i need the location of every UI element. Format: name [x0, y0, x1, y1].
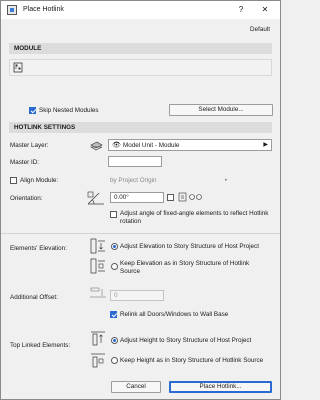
- align-module-value[interactable]: by Project Origin: [110, 177, 157, 184]
- layer-icon: [89, 141, 103, 151]
- orientation-lock-checkbox[interactable]: [167, 194, 174, 201]
- separator: [1, 233, 280, 234]
- adjust-angle-checkbox[interactable]: [110, 211, 117, 218]
- adjust-angle-label: Adjust angle of fixed-angle elements to …: [120, 210, 269, 225]
- elevation-adjust-radio[interactable]: [111, 243, 118, 250]
- offset-label: Additional Offset:: [10, 294, 58, 301]
- relink-label: Relink all Doors/Windows to Wall Base: [120, 311, 229, 318]
- app-icon: [7, 5, 17, 15]
- orientation-input[interactable]: 0.00°: [110, 192, 164, 203]
- select-module-button[interactable]: Select Module...: [169, 104, 273, 116]
- cancel-button[interactable]: Cancel: [111, 381, 161, 393]
- elevation-label: Elements' Elevation:: [10, 245, 67, 252]
- top-linked-adjust-icon: [91, 331, 105, 346]
- relink-checkbox[interactable]: [110, 311, 117, 318]
- module-preview: [9, 59, 272, 76]
- hotlink-section-header: HOTLINK SETTINGS: [9, 122, 272, 133]
- top-linked-adjust-radio[interactable]: [111, 337, 118, 344]
- place-hotlink-button[interactable]: Place Hotlink...: [169, 381, 272, 393]
- align-module-checkbox[interactable]: [10, 177, 17, 184]
- top-linked-adjust-label: Adjust Height to Story Structure of Host…: [120, 337, 252, 344]
- offset-icon: [90, 287, 106, 298]
- title-bar: Place Hotlink ? ✕: [1, 1, 280, 19]
- top-linked-keep-icon: [91, 353, 105, 368]
- help-button[interactable]: ?: [235, 4, 247, 16]
- close-button[interactable]: ✕: [259, 4, 271, 16]
- elevation-adjust-label: Adjust Elevation to Story Structure of H…: [120, 243, 259, 250]
- top-linked-keep-label: Keep Height as in Story Structure of Hot…: [120, 357, 264, 364]
- angle-icon: [87, 191, 104, 205]
- master-id-label: Master ID:: [10, 159, 40, 166]
- module-section-header: MODULE: [9, 43, 272, 54]
- elevation-adjust-icon: [90, 238, 105, 254]
- master-id-input[interactable]: [108, 156, 162, 167]
- dropdown-arrow-icon: ▶: [263, 142, 268, 148]
- master-layer-select[interactable]: 👁 Model Unit - Module ▶: [108, 139, 272, 151]
- module-icon: [13, 62, 23, 73]
- dialog-title: Place Hotlink: [23, 6, 64, 13]
- skip-nested-label: Skip Nested Modules: [39, 107, 99, 114]
- elevation-keep-icon: [90, 258, 105, 274]
- eye-icon: 👁: [112, 142, 121, 149]
- skip-nested-checkbox[interactable]: [29, 107, 36, 114]
- align-module-label: Align Module:: [20, 177, 59, 184]
- rotation-icons[interactable]: [178, 191, 204, 203]
- offset-input[interactable]: 0: [110, 290, 164, 301]
- default-label: Default: [250, 26, 270, 33]
- top-linked-label: Top Linked Elements:: [10, 342, 71, 349]
- place-hotlink-dialog: Place Hotlink ? ✕ Default MODULE Skip Ne…: [0, 0, 281, 400]
- master-layer-value: Model Unit - Module: [123, 142, 180, 149]
- master-layer-label: Master Layer:: [10, 142, 49, 149]
- align-dropdown-icon[interactable]: ▸: [225, 177, 228, 183]
- orientation-label: Orientation:: [10, 195, 43, 202]
- elevation-keep-radio[interactable]: [111, 263, 118, 270]
- top-linked-keep-radio[interactable]: [111, 357, 118, 364]
- elevation-keep-label: Keep Elevation as in Story Structure of …: [120, 260, 250, 275]
